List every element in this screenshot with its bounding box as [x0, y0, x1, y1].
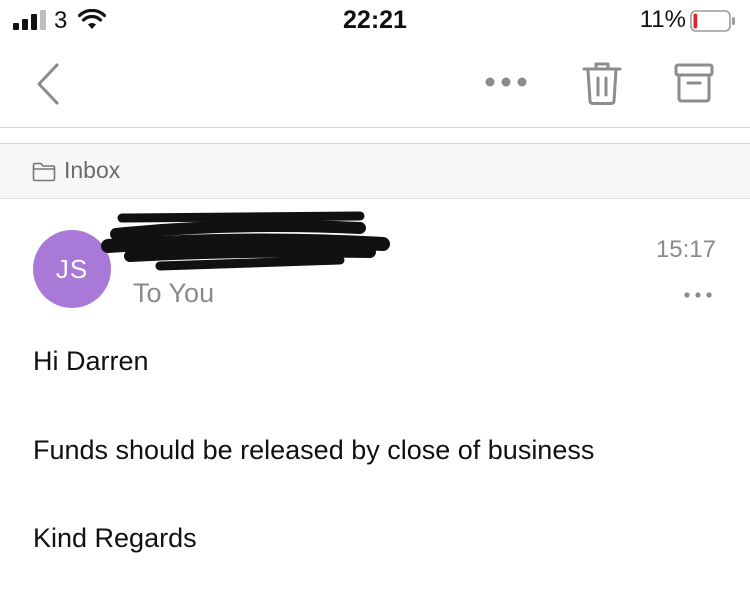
battery-percentage: 11%	[639, 6, 686, 33]
battery-icon	[690, 10, 735, 32]
status-time: 22:21	[343, 6, 407, 34]
message-toolbar	[0, 42, 750, 128]
folder-bar[interactable]: Inbox	[0, 143, 750, 199]
body-line-greeting: Hi Darren	[33, 346, 149, 376]
more-horizontal-icon[interactable]	[484, 74, 528, 90]
folder-label[interactable]: Inbox	[64, 157, 120, 184]
body-line-content: Funds should be released by close of bus…	[33, 435, 595, 465]
status-bar: 3 22:21 11%	[0, 0, 750, 42]
recipient-line[interactable]: To You	[133, 278, 214, 309]
message-more-icon[interactable]	[683, 290, 713, 300]
back-chevron-icon[interactable]	[33, 62, 63, 106]
body-line-signoff: Kind Regards	[33, 523, 197, 553]
archive-icon[interactable]	[673, 62, 715, 104]
trash-icon[interactable]	[581, 60, 623, 106]
avatar-initials: JS	[55, 253, 89, 284]
folder-icon	[32, 162, 56, 182]
battery-level-fill	[693, 13, 698, 29]
sender-name-redaction	[101, 211, 390, 271]
message-time: 15:17	[655, 236, 716, 263]
